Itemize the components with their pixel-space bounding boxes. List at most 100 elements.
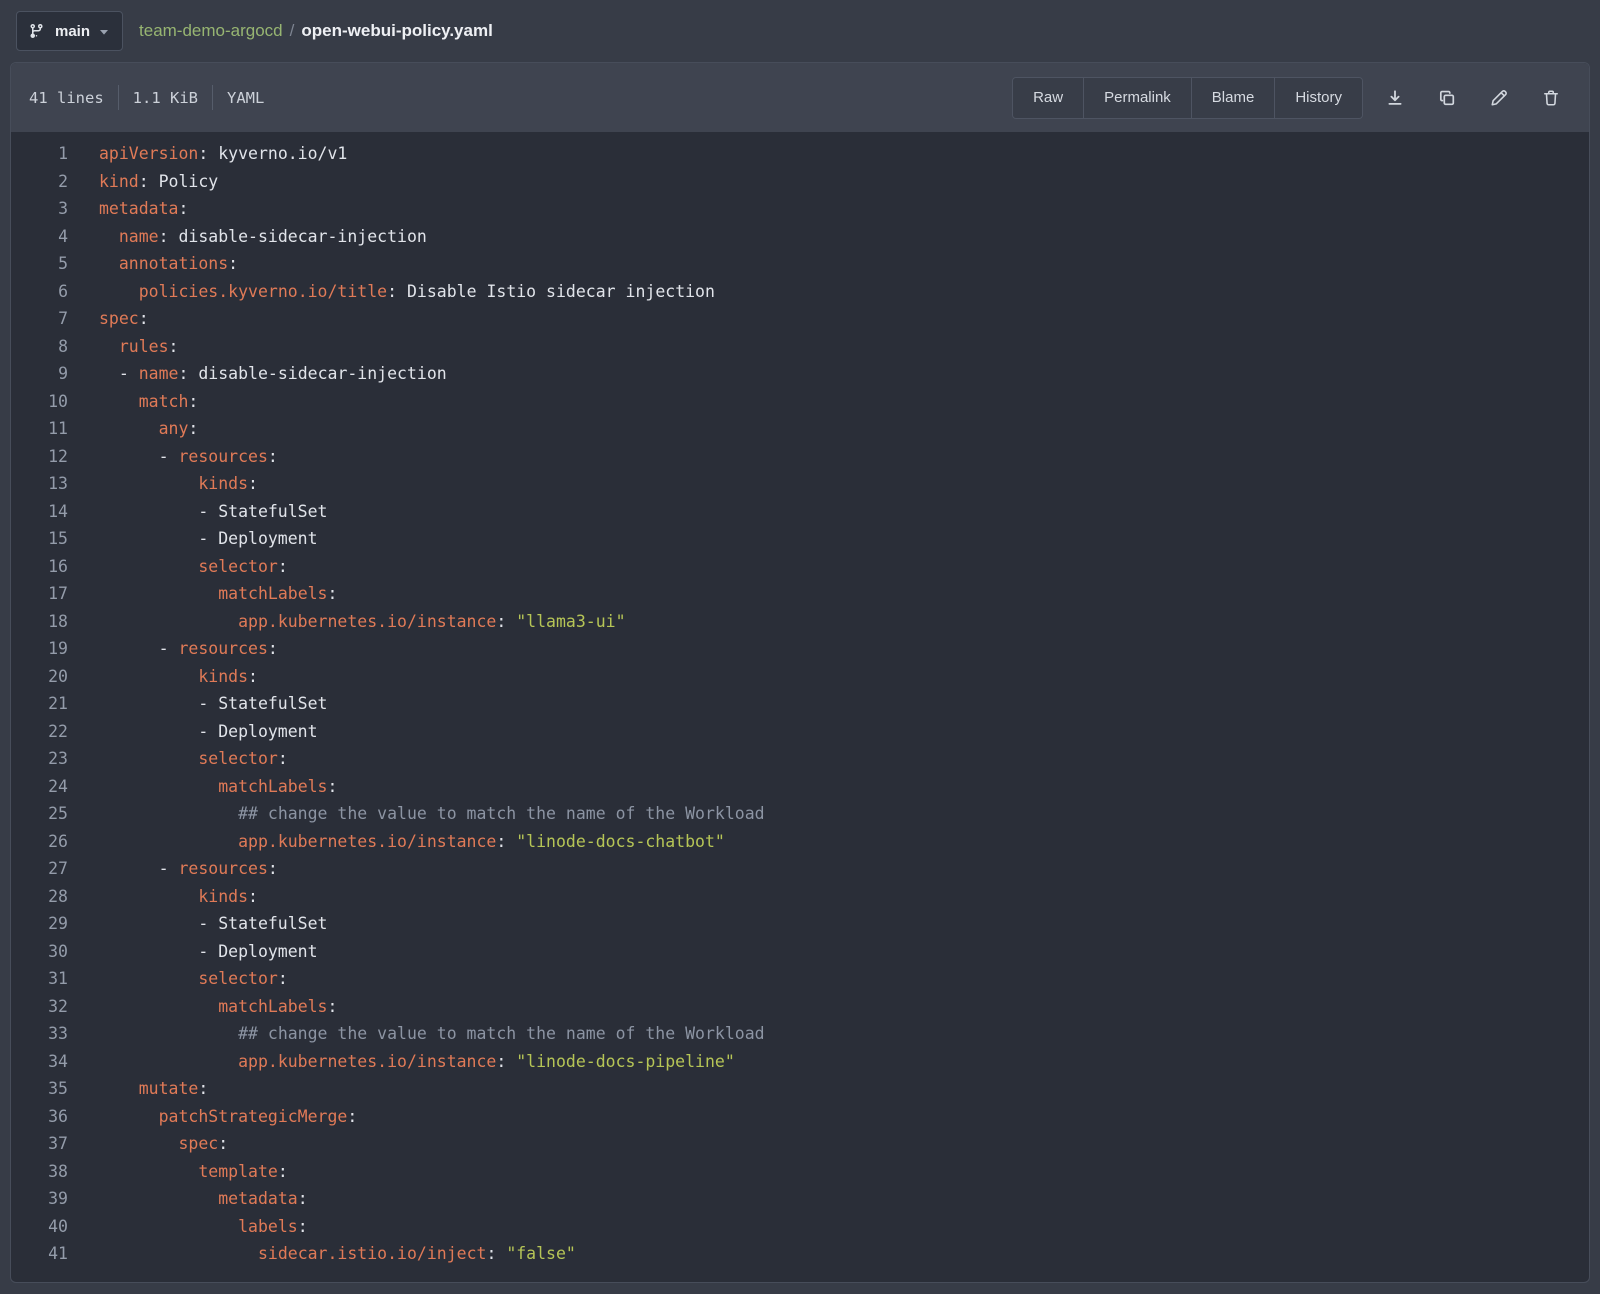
- code-line: 25 ## change the value to match the name…: [11, 800, 1589, 828]
- code-text: - resources:: [68, 855, 278, 883]
- line-number[interactable]: 7: [11, 305, 68, 333]
- code-line: 34 app.kubernetes.io/instance: "linode-d…: [11, 1048, 1589, 1076]
- line-number[interactable]: 31: [11, 965, 68, 993]
- code-line: 15 - Deployment: [11, 525, 1589, 553]
- code-line: 9 - name: disable-sidecar-injection: [11, 360, 1589, 388]
- chevron-down-icon: [99, 28, 109, 36]
- history-button[interactable]: History: [1274, 78, 1362, 118]
- code-line: 40 labels:: [11, 1213, 1589, 1241]
- code-block: 1apiVersion: kyverno.io/v12kind: Policy3…: [11, 132, 1589, 1282]
- line-number[interactable]: 2: [11, 168, 68, 196]
- line-number[interactable]: 26: [11, 828, 68, 856]
- code-line: 36 patchStrategicMerge:: [11, 1103, 1589, 1131]
- line-number[interactable]: 8: [11, 333, 68, 361]
- file-view-box: 41 lines 1.1 KiB YAML Raw Permalink Blam…: [10, 62, 1590, 1283]
- line-number[interactable]: 34: [11, 1048, 68, 1076]
- line-number[interactable]: 40: [11, 1213, 68, 1241]
- line-number[interactable]: 1: [11, 140, 68, 168]
- line-number[interactable]: 27: [11, 855, 68, 883]
- code-line: 35 mutate:: [11, 1075, 1589, 1103]
- line-number[interactable]: 32: [11, 993, 68, 1021]
- line-number[interactable]: 10: [11, 388, 68, 416]
- code-text: matchLabels:: [68, 580, 337, 608]
- line-number[interactable]: 18: [11, 608, 68, 636]
- permalink-button[interactable]: Permalink: [1083, 78, 1191, 118]
- line-number[interactable]: 5: [11, 250, 68, 278]
- code-text: ## change the value to match the name of…: [68, 800, 765, 828]
- code-text: spec:: [68, 305, 149, 333]
- code-text: app.kubernetes.io/instance: "llama3-ui": [68, 608, 626, 636]
- branch-name: main: [55, 23, 90, 40]
- line-number[interactable]: 22: [11, 718, 68, 746]
- line-number[interactable]: 37: [11, 1130, 68, 1158]
- raw-button[interactable]: Raw: [1013, 78, 1083, 118]
- line-number[interactable]: 21: [11, 690, 68, 718]
- code-text: labels:: [68, 1213, 308, 1241]
- file-language: YAML: [227, 89, 264, 107]
- divider: [212, 85, 213, 110]
- code-line: 26 app.kubernetes.io/instance: "linode-d…: [11, 828, 1589, 856]
- line-number[interactable]: 14: [11, 498, 68, 526]
- code-text: - resources:: [68, 443, 278, 471]
- code-text: spec:: [68, 1130, 228, 1158]
- code-text: metadata:: [68, 1185, 308, 1213]
- branch-selector[interactable]: main: [16, 11, 123, 51]
- line-number[interactable]: 4: [11, 223, 68, 251]
- code-text: selector:: [68, 745, 288, 773]
- line-number[interactable]: 38: [11, 1158, 68, 1186]
- line-number[interactable]: 41: [11, 1240, 68, 1268]
- code-text: - Deployment: [68, 525, 318, 553]
- code-line: 11 any:: [11, 415, 1589, 443]
- line-number[interactable]: 30: [11, 938, 68, 966]
- code-line: 33 ## change the value to match the name…: [11, 1020, 1589, 1048]
- line-number[interactable]: 12: [11, 443, 68, 471]
- line-number[interactable]: 16: [11, 553, 68, 581]
- breadcrumb-repo-link[interactable]: team-demo-argocd: [139, 21, 283, 41]
- line-number[interactable]: 36: [11, 1103, 68, 1131]
- code-line: 10 match:: [11, 388, 1589, 416]
- line-number[interactable]: 24: [11, 773, 68, 801]
- download-button[interactable]: [1375, 78, 1415, 118]
- line-number[interactable]: 13: [11, 470, 68, 498]
- line-number[interactable]: 3: [11, 195, 68, 223]
- copy-button[interactable]: [1427, 78, 1467, 118]
- copy-icon: [1438, 89, 1456, 107]
- file-info: 41 lines 1.1 KiB YAML: [29, 85, 264, 110]
- code-text: name: disable-sidecar-injection: [68, 223, 427, 251]
- git-branch-icon: [30, 23, 46, 39]
- delete-button[interactable]: [1531, 78, 1571, 118]
- blame-button[interactable]: Blame: [1191, 78, 1275, 118]
- code-text: selector:: [68, 553, 288, 581]
- code-text: metadata:: [68, 195, 188, 223]
- line-number[interactable]: 33: [11, 1020, 68, 1048]
- line-number[interactable]: 28: [11, 883, 68, 911]
- line-number[interactable]: 20: [11, 663, 68, 691]
- code-line: 13 kinds:: [11, 470, 1589, 498]
- line-number[interactable]: 25: [11, 800, 68, 828]
- code-text: - Deployment: [68, 718, 318, 746]
- code-line: 41 sidecar.istio.io/inject: "false": [11, 1240, 1589, 1268]
- pencil-icon: [1490, 89, 1508, 107]
- line-number[interactable]: 39: [11, 1185, 68, 1213]
- code-line: 23 selector:: [11, 745, 1589, 773]
- code-text: apiVersion: kyverno.io/v1: [68, 140, 347, 168]
- code-line: 22 - Deployment: [11, 718, 1589, 746]
- line-number[interactable]: 11: [11, 415, 68, 443]
- edit-button[interactable]: [1479, 78, 1519, 118]
- code-text: - StatefulSet: [68, 910, 327, 938]
- line-number[interactable]: 19: [11, 635, 68, 663]
- line-number[interactable]: 15: [11, 525, 68, 553]
- line-number[interactable]: 17: [11, 580, 68, 608]
- line-number[interactable]: 23: [11, 745, 68, 773]
- code-text: sidecar.istio.io/inject: "false": [68, 1240, 576, 1268]
- line-number[interactable]: 6: [11, 278, 68, 306]
- code-text: template:: [68, 1158, 288, 1186]
- code-line: 19 - resources:: [11, 635, 1589, 663]
- line-number[interactable]: 35: [11, 1075, 68, 1103]
- code-text: patchStrategicMerge:: [68, 1103, 357, 1131]
- line-number[interactable]: 9: [11, 360, 68, 388]
- line-number[interactable]: 29: [11, 910, 68, 938]
- code-line: 5 annotations:: [11, 250, 1589, 278]
- breadcrumb: team-demo-argocd / open-webui-policy.yam…: [139, 21, 493, 41]
- code-text: policies.kyverno.io/title: Disable Istio…: [68, 278, 715, 306]
